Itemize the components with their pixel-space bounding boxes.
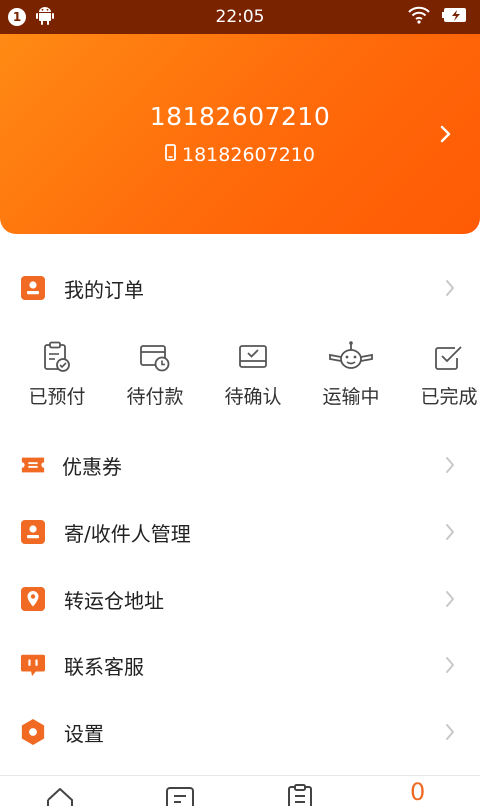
menu-item-coupons[interactable]: 优惠券 (0, 435, 480, 495)
tray-check-icon (204, 340, 302, 374)
order-status-pending-payment[interactable]: 待付款 (106, 340, 204, 409)
profile-header[interactable]: 18182607210 18182607210 (0, 34, 480, 234)
menu-item-label: 转运仓地址 (64, 588, 164, 613)
profile-tab-icon[interactable]: 0 (410, 780, 425, 804)
menu-item-customer-service[interactable]: 联系客服 (0, 635, 480, 695)
chat-bubble-icon (20, 652, 46, 678)
order-status-label: 待付款 (126, 386, 184, 408)
clipboard-check-icon (8, 340, 106, 374)
status-bar: 1 22:05 (0, 0, 480, 34)
chevron-right-icon (444, 522, 456, 542)
contact-card-icon (20, 519, 46, 545)
wifi-icon (408, 6, 430, 28)
chevron-right-icon (444, 589, 456, 609)
chevron-right-icon (444, 455, 456, 475)
android-icon (36, 5, 54, 29)
order-status-completed[interactable]: 已完成 (400, 340, 480, 409)
chevron-right-icon (444, 722, 456, 742)
order-status-label: 已完成 (420, 386, 478, 408)
order-status-label: 待确认 (224, 386, 282, 408)
airplane-icon (302, 340, 400, 374)
chevron-right-icon[interactable] (440, 124, 452, 148)
order-status-label: 已预付 (28, 386, 86, 408)
orders-contact-icon (20, 275, 46, 301)
settings-hexagon-icon (20, 719, 46, 745)
clipboard-icon[interactable] (286, 784, 314, 810)
menu-item-label: 优惠券 (62, 454, 122, 479)
checkbox-icon (400, 340, 480, 374)
notification-badge: 1 (8, 8, 26, 26)
menu-item-label: 寄/收件人管理 (64, 521, 191, 546)
card-clock-icon (106, 340, 204, 374)
menu-item-warehouse-address[interactable]: 转运仓地址 (0, 569, 480, 629)
location-pin-icon (20, 586, 46, 612)
menu-item-contacts[interactable]: 寄/收件人管理 (0, 502, 480, 562)
menu-item-label: 联系客服 (64, 654, 144, 679)
home-icon[interactable] (46, 786, 74, 810)
order-status-label: 运输中 (322, 386, 380, 408)
order-status-to-confirm[interactable]: 待确认 (204, 340, 302, 409)
chevron-right-icon (444, 278, 456, 298)
menu-item-settings[interactable]: 设置 (0, 702, 480, 762)
user-name: 18182607210 (149, 102, 331, 131)
document-list-icon[interactable] (165, 786, 195, 810)
my-orders-label: 我的订单 (64, 277, 144, 302)
phone-icon (165, 144, 176, 166)
ticket-icon (20, 452, 46, 478)
order-status-strip: 已预付 待付款 待确认 运输中 已完成 (0, 340, 480, 412)
menu-item-label: 设置 (64, 721, 104, 746)
user-phone: 18182607210 (182, 144, 315, 166)
user-phone-row: 18182607210 (0, 144, 480, 166)
bottom-navigation: 0 (0, 775, 480, 806)
chevron-right-icon (444, 655, 456, 675)
status-time: 22:05 (215, 7, 265, 27)
my-orders-row[interactable]: 我的订单 (0, 258, 480, 318)
battery-icon (442, 7, 468, 27)
order-status-prepaid[interactable]: 已预付 (8, 340, 106, 409)
order-status-in-transit[interactable]: 运输中 (302, 340, 400, 409)
